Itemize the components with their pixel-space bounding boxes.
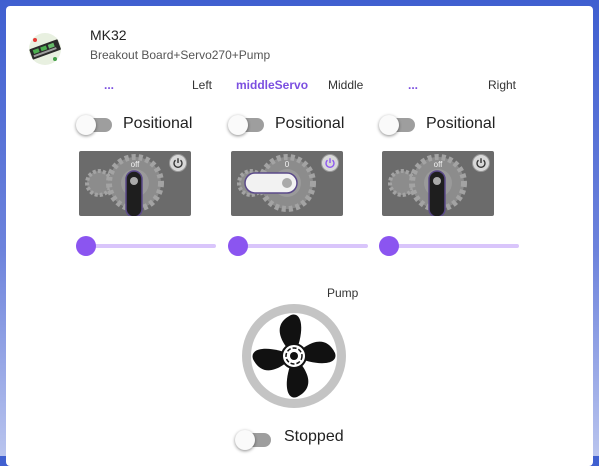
servo-left-panel: ... Left Positional off — [76, 76, 226, 256]
toggle-label: Positional — [426, 115, 496, 132]
power-icon — [325, 158, 335, 169]
servo-visual: 0 — [231, 151, 343, 216]
power-button[interactable] — [321, 154, 339, 172]
propeller-icon[interactable] — [241, 303, 347, 409]
toggle-label: Positional — [275, 115, 345, 132]
servo-middle-panel: middleServo Middle Positional 0 — [228, 76, 378, 256]
servo-visual: off — [79, 151, 191, 216]
slider-rail[interactable] — [76, 244, 216, 248]
power-icon — [173, 158, 183, 169]
servo-name[interactable]: middleServo — [236, 78, 308, 92]
servo-position-label: Right — [488, 78, 517, 92]
servo-angle-text: off — [131, 160, 141, 169]
toggle-thumb[interactable] — [235, 430, 255, 450]
servo-angle-text: 0 — [285, 160, 290, 169]
servo-right-panel: ... Right Positional off — [379, 76, 529, 256]
servo-slider[interactable] — [76, 236, 216, 256]
servo-slider[interactable] — [379, 236, 519, 256]
servo-angle-text: off — [434, 160, 444, 169]
servo-visual: off — [382, 151, 494, 216]
slider-thumb[interactable] — [379, 236, 399, 256]
servo-name[interactable]: ... — [104, 78, 114, 92]
pump-state-label: Stopped — [284, 428, 344, 445]
slider-thumb[interactable] — [228, 236, 248, 256]
device-title: MK32 — [90, 27, 127, 43]
slider-thumb[interactable] — [76, 236, 96, 256]
slider-rail[interactable] — [379, 244, 519, 248]
pump-label: Pump — [327, 286, 359, 300]
power-button[interactable] — [169, 154, 187, 172]
power-button[interactable] — [472, 154, 490, 172]
toggle-thumb[interactable] — [379, 115, 399, 135]
slider-rail[interactable] — [228, 244, 368, 248]
toggle-label: Positional — [123, 115, 193, 132]
breakout-board-icon — [29, 33, 61, 65]
servo-name[interactable]: ... — [408, 78, 418, 92]
toggle-thumb[interactable] — [76, 115, 96, 135]
device-subtitle: Breakout Board+Servo270+Pump — [90, 48, 271, 62]
servo-slider[interactable] — [228, 236, 368, 256]
device-card: MK32 Breakout Board+Servo270+Pump ... Le… — [6, 6, 593, 466]
power-icon — [476, 158, 486, 169]
servo-position-label: Middle — [328, 78, 364, 92]
servo-position-label: Left — [192, 78, 213, 92]
toggle-thumb[interactable] — [228, 115, 248, 135]
